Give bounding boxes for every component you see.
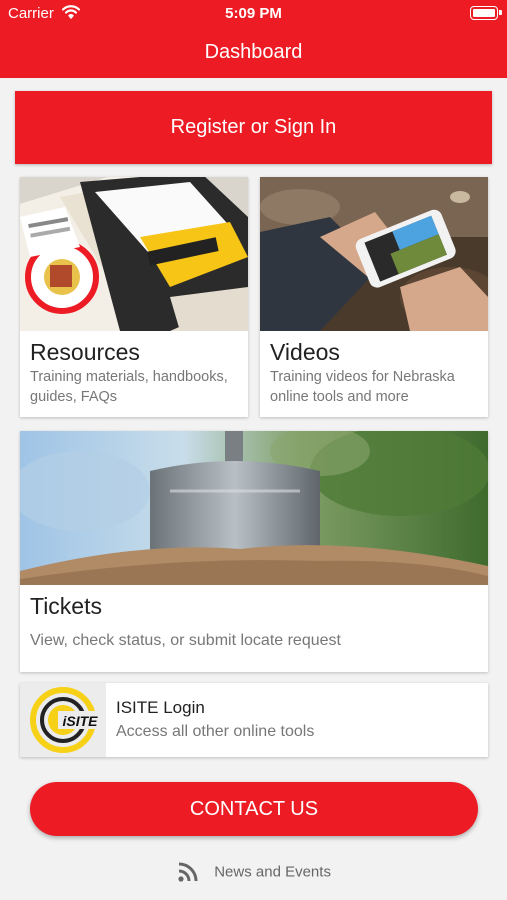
resources-card[interactable]: Resources Training materials, handbooks,… [20, 177, 248, 417]
videos-description: Training videos for Nebraska online tool… [270, 369, 455, 405]
videos-image [260, 177, 488, 331]
clock: 5:09 PM [225, 5, 282, 22]
isite-logo: iSITE [20, 683, 106, 757]
news-label: News and Events [214, 863, 331, 881]
register-signin-button[interactable]: Register or Sign In [15, 91, 492, 164]
tickets-image [20, 431, 488, 585]
resources-image [20, 177, 248, 331]
battery-icon [470, 6, 502, 20]
videos-title: Videos [270, 339, 340, 365]
isite-description: Access all other online tools [116, 723, 315, 740]
videos-card[interactable]: Videos Training videos for Nebraska onli… [260, 177, 488, 417]
status-bar: Carrier 5:09 PM [0, 0, 507, 28]
resources-title: Resources [30, 339, 140, 365]
isite-login-card[interactable]: iSITE ISITE Login Access all other onlin… [20, 683, 488, 757]
news-and-events-link[interactable]: News and Events [0, 860, 507, 888]
rss-icon [178, 862, 198, 882]
isite-title: ISITE Login [116, 698, 205, 717]
tickets-description: View, check status, or submit locate req… [30, 632, 341, 649]
page-title: Dashboard [204, 41, 303, 63]
resources-description: Training materials, handbooks, guides, F… [30, 369, 228, 405]
tickets-card[interactable]: Tickets View, check status, or submit lo… [20, 431, 488, 672]
nav-bar: Dashboard [0, 28, 507, 78]
contact-us-button[interactable]: CONTACT US [30, 782, 478, 836]
svg-text:iSITE: iSITE [62, 713, 98, 729]
tickets-title: Tickets [30, 593, 102, 619]
